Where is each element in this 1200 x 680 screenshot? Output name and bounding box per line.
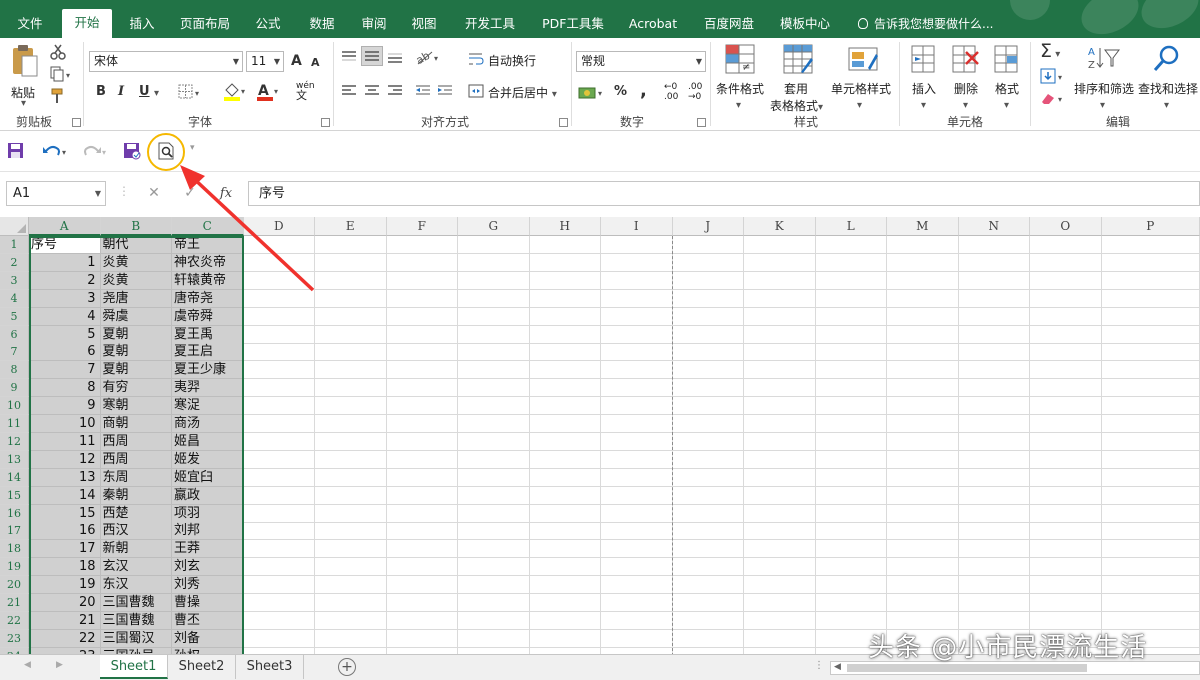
excel-window: 文件 开始 插入 页面布局 公式 数据 审阅 视图 开发工具 PDF工具集 Acrobat 百度网盘模… <box>0 0 1200 680</box>
watermark-text: 头条 @小市民漂流生活 <box>868 633 1148 663</box>
red-arrow-icon <box>180 165 315 292</box>
